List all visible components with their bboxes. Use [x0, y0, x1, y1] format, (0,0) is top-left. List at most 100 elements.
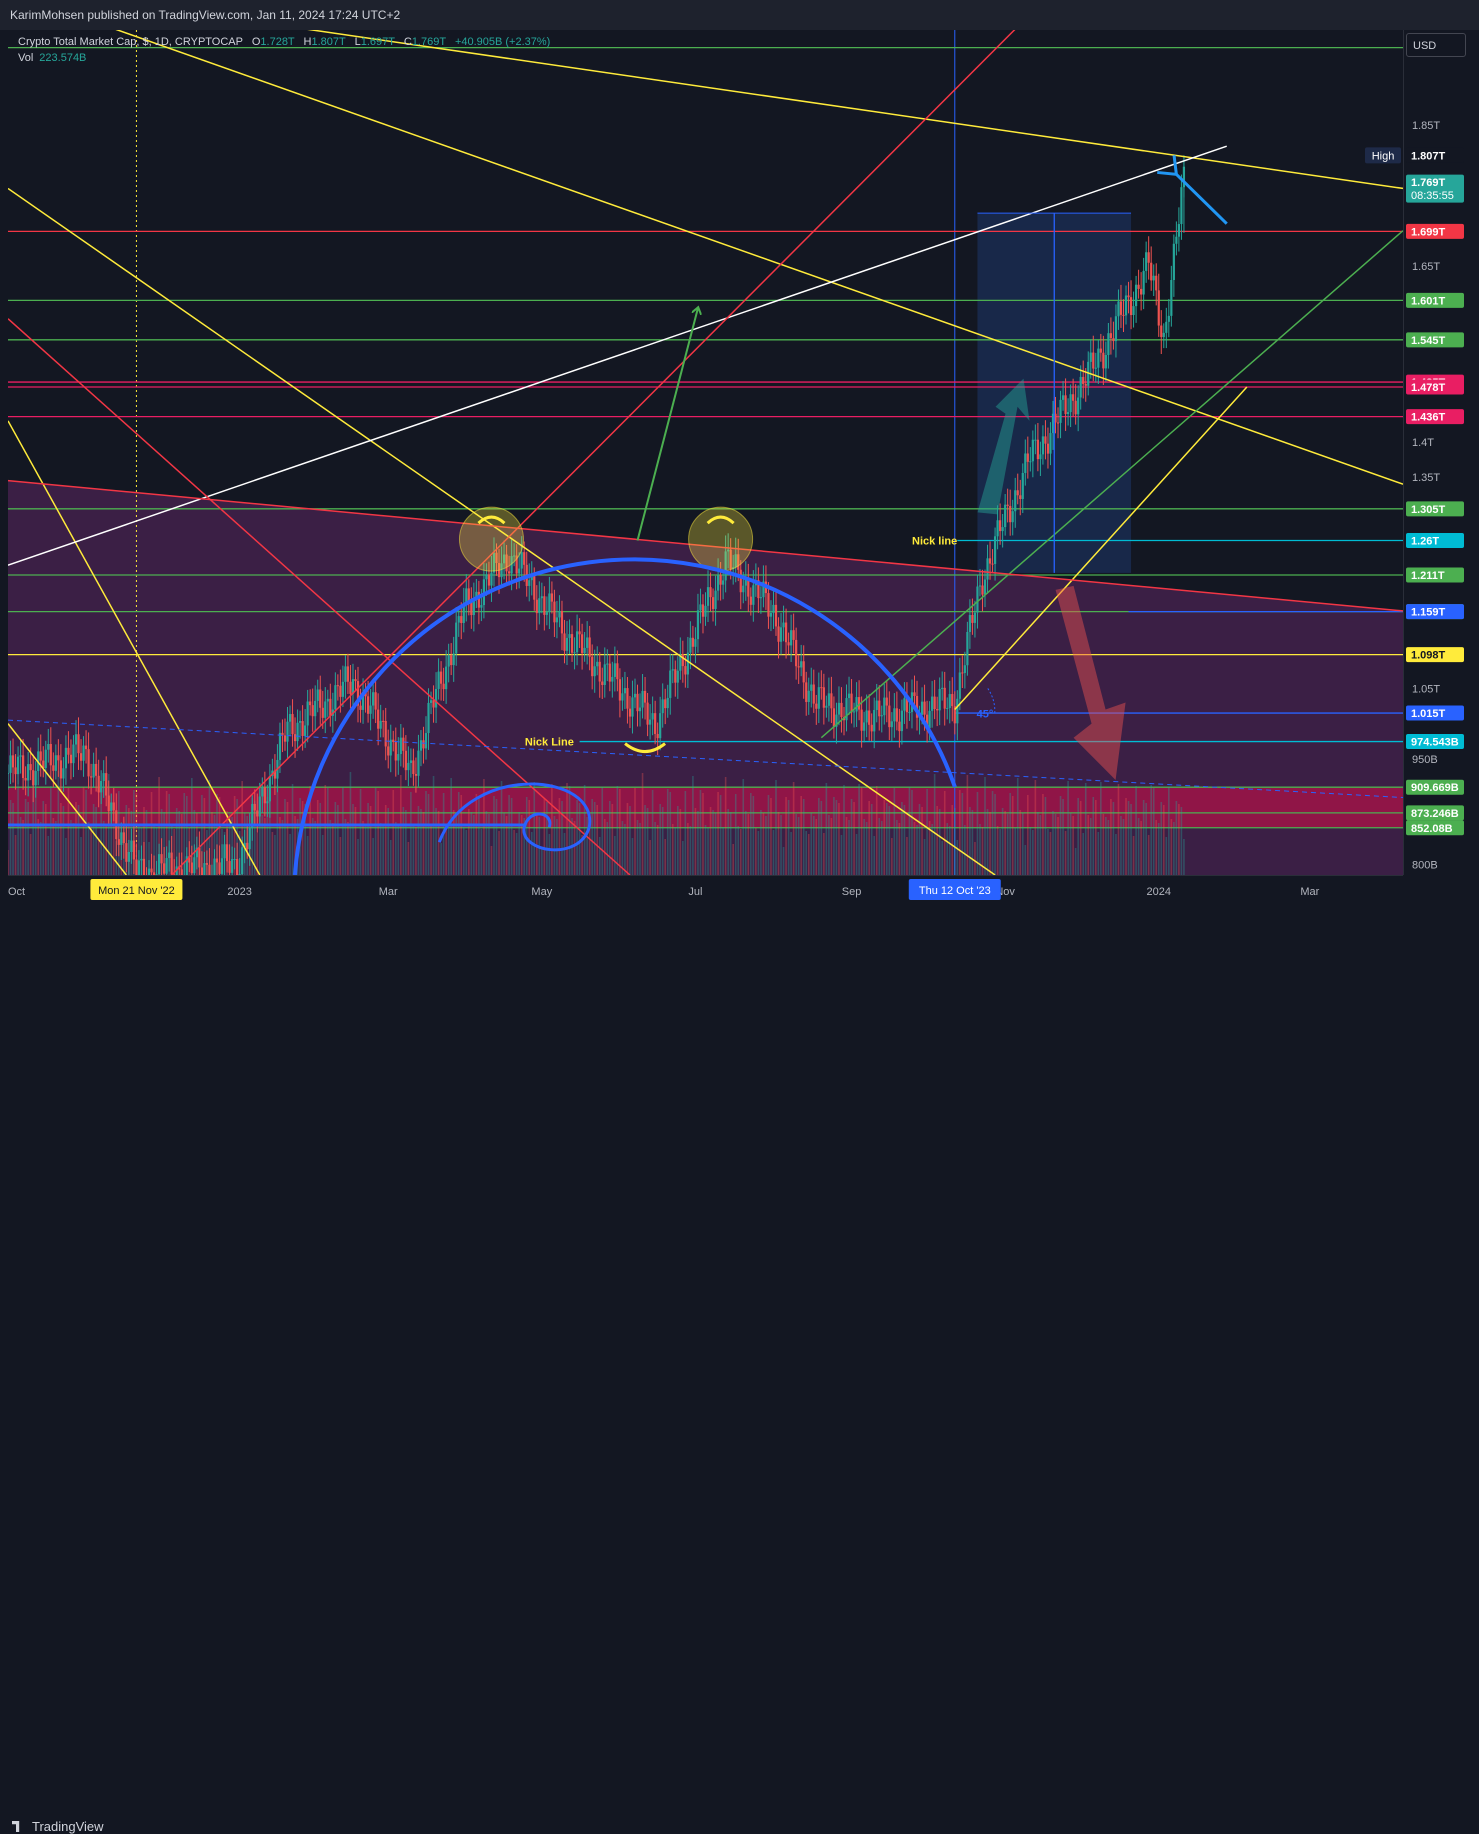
- symbol-legend[interactable]: Crypto Total Market Cap, $, 1D, CRYPTOCA…: [18, 36, 550, 48]
- volume-bar: [1153, 788, 1155, 875]
- volume-bar: [992, 791, 994, 875]
- volume-bar: [904, 805, 906, 875]
- price-label: 1.159T: [1411, 607, 1446, 619]
- candle: [1175, 221, 1177, 255]
- candle-body: [901, 711, 903, 731]
- volume-bar: [690, 826, 692, 875]
- volume-bar: [994, 794, 996, 875]
- volume-bar: [594, 802, 596, 875]
- volume-bar: [614, 836, 616, 875]
- candle-body: [140, 859, 142, 861]
- volume-bar: [35, 787, 37, 875]
- volume-bar: [982, 827, 984, 875]
- volume-bar: [627, 803, 629, 875]
- volume-bar: [1040, 815, 1042, 875]
- candle-body: [548, 593, 550, 612]
- volume-bar: [455, 813, 457, 875]
- candle-body: [110, 802, 112, 811]
- candle-body: [1059, 400, 1061, 423]
- volume-bar: [760, 810, 762, 875]
- candle-body: [714, 591, 716, 609]
- candle-body: [480, 605, 482, 608]
- volume-bar: [350, 772, 352, 875]
- candle-body: [458, 616, 460, 622]
- candle-body: [876, 701, 878, 710]
- volume-bar: [98, 839, 100, 875]
- candle-body: [443, 684, 445, 689]
- candle-body: [322, 708, 324, 718]
- candle-body: [626, 688, 628, 709]
- currency-button[interactable]: USD: [1406, 33, 1466, 57]
- symbol-name[interactable]: Crypto Total Market Cap, $, 1D, CRYPTOCA…: [18, 36, 243, 48]
- candle-body: [1022, 473, 1024, 499]
- candle-body: [596, 662, 598, 666]
- candle-body: [55, 755, 57, 771]
- candle-body: [994, 536, 996, 564]
- candle-body: [878, 701, 880, 717]
- volume-bar: [775, 780, 777, 875]
- high-value: 1.807T: [311, 36, 345, 48]
- volume-bar: [22, 820, 24, 875]
- tradingview-logo[interactable]: TradingView: [12, 1819, 104, 1834]
- candle-body: [312, 705, 314, 716]
- volume-bar: [493, 796, 495, 875]
- volume-bar: [405, 810, 407, 875]
- volume-bar: [780, 815, 782, 875]
- volume-bar: [440, 843, 442, 875]
- volume-bar: [800, 796, 802, 875]
- volume-bar: [873, 836, 875, 875]
- volume-legend[interactable]: Vol223.574B: [18, 52, 86, 64]
- candle-body: [709, 587, 711, 597]
- candle-body: [485, 574, 487, 579]
- volume-bar: [639, 823, 641, 875]
- candle-body: [528, 580, 530, 586]
- candle-body: [347, 666, 349, 681]
- volume-bar: [612, 804, 614, 875]
- candle-body: [787, 642, 789, 645]
- candle-body: [455, 623, 457, 654]
- candle-body: [236, 859, 238, 875]
- candle-body: [62, 768, 64, 778]
- candle-body: [1110, 333, 1112, 338]
- candle-body: [692, 638, 694, 647]
- volume-bar: [1128, 801, 1130, 875]
- candle-body: [70, 755, 72, 763]
- volume-bar: [662, 807, 664, 875]
- volume-bar: [445, 825, 447, 875]
- volume-bar: [954, 808, 956, 875]
- volume-bar: [367, 803, 369, 875]
- volume-bar: [37, 819, 39, 875]
- candle: [1143, 258, 1145, 309]
- candle-body: [201, 867, 203, 875]
- candle-body: [976, 586, 978, 612]
- candle-body: [329, 699, 331, 716]
- volume-bar: [606, 822, 608, 875]
- candle-body: [241, 847, 243, 874]
- price-label: 1.545T: [1411, 335, 1446, 347]
- candle-body: [881, 715, 883, 716]
- candle-body: [40, 751, 42, 760]
- price-axis[interactable]: 1.85T1.65T1.4T1.35T1.05T950B800B1.807T1.…: [1403, 30, 1479, 875]
- candle-body: [420, 740, 422, 750]
- volume-bar: [576, 800, 578, 875]
- time-tick-label: Mar: [1300, 886, 1319, 898]
- volume-bar: [1024, 845, 1026, 875]
- candle-body: [1170, 280, 1172, 316]
- candle-body: [369, 706, 371, 714]
- chart-pane[interactable]: Nick lineNick Line45°High: [8, 30, 1403, 875]
- volume-bar: [659, 804, 661, 875]
- candle-body: [1019, 495, 1021, 499]
- candle-body: [208, 865, 210, 875]
- volume-bar: [727, 809, 729, 875]
- candle-body: [1080, 377, 1082, 398]
- candle-body: [1007, 505, 1009, 506]
- volume-bar: [682, 841, 684, 875]
- time-axis[interactable]: Oct2023MarMayJulSepNov2024MarMon 21 Nov …: [8, 875, 1403, 906]
- candle-body: [697, 610, 699, 639]
- candle-body: [1135, 285, 1137, 306]
- price-chart[interactable]: Nick lineNick Line45°High: [8, 30, 1403, 875]
- candle-body: [266, 801, 268, 803]
- volume-bar: [826, 783, 828, 875]
- candle-body: [808, 691, 810, 702]
- publisher-text: KarimMohsen published on TradingView.com…: [10, 8, 400, 22]
